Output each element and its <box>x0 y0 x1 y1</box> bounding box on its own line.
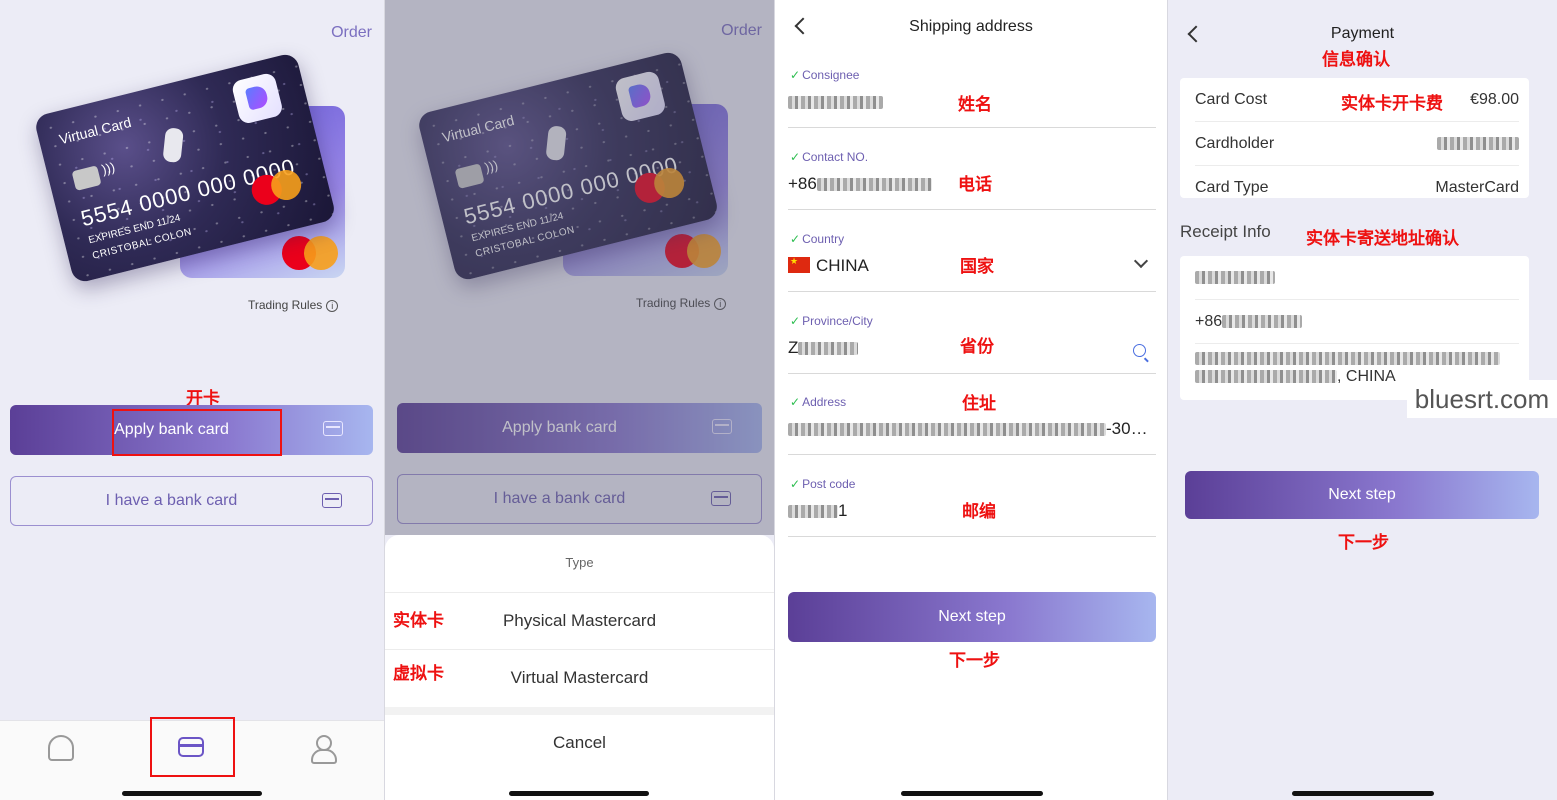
receipt-info-heading: Receipt Info <box>1180 222 1271 241</box>
country-select[interactable]: ✓Country CHINA 国家 <box>788 232 1156 292</box>
province-city-field[interactable]: ✓ Province/City Z 省份 <box>788 314 1156 374</box>
annotation-name: 姓名 <box>958 95 992 115</box>
field-label: ✓ Contact NO. <box>790 150 869 164</box>
consignee-field[interactable]: ✓ Consignee 姓名 <box>788 68 1156 128</box>
field-label: ✓ Consignee <box>790 68 860 82</box>
annotation-next-step: 下一步 <box>1338 533 1389 553</box>
page-title: Payment <box>1330 25 1395 42</box>
card-type-sheet-screen: Order Virtual Card ))) 5554 0000 000 000… <box>385 0 774 800</box>
annotation-physical-card: 实体卡 <box>393 611 444 631</box>
check-icon: ✓ <box>790 477 801 491</box>
next-step-label: Next step <box>1328 486 1396 503</box>
field-value: Z <box>788 338 859 358</box>
annotation-postcode: 邮编 <box>962 502 996 522</box>
user-icon[interactable] <box>310 735 337 764</box>
check-icon: ✓ <box>790 314 801 328</box>
check-icon: ✓ <box>790 68 801 82</box>
trading-rules-link[interactable]: Trading Rules i <box>248 298 339 312</box>
have-card-label: I have a bank card <box>105 492 238 509</box>
option-physical-mastercard[interactable]: 实体卡 Physical Mastercard <box>385 592 774 648</box>
next-step-button[interactable]: Next step <box>1185 471 1539 519</box>
receipt-phone: +86 <box>1195 313 1303 331</box>
annotation-address: 住址 <box>962 394 996 414</box>
home-screen: Order Virtual Card ))) 5554 0000 000 000… <box>0 0 384 800</box>
search-icon[interactable] <box>1133 344 1146 357</box>
field-label: ✓ Address <box>790 395 847 409</box>
field-value <box>788 92 883 112</box>
cardholder-row: Cardholder <box>1195 122 1519 166</box>
page-title: Shipping address <box>909 18 1033 35</box>
china-flag-icon <box>788 256 810 273</box>
annotation-phone: 电话 <box>958 175 992 195</box>
annotation-card-fee: 实体卡开卡费 <box>1341 94 1443 114</box>
field-value: CHINA <box>788 256 869 276</box>
field-label: ✓ Province/City <box>790 314 873 328</box>
field-value: 1 <box>788 501 847 521</box>
row-key: Card Type <box>1195 179 1269 196</box>
tab-bar <box>0 717 384 800</box>
home-indicator <box>509 791 649 796</box>
row-key: Card Cost <box>1195 91 1268 108</box>
card-cost-value: €98.00 <box>1470 91 1519 108</box>
modal-overlay[interactable] <box>385 0 774 535</box>
annotation-address-confirm: 实体卡寄送地址确认 <box>1306 229 1459 249</box>
receipt-name-row <box>1195 256 1519 300</box>
home-indicator <box>122 791 262 796</box>
cancel-label: Cancel <box>553 733 606 752</box>
info-icon: i <box>326 300 339 312</box>
card-icon <box>323 421 343 436</box>
cardholder-value <box>1437 135 1519 153</box>
option-label: Virtual Mastercard <box>510 668 649 687</box>
annotation-province: 省份 <box>960 337 994 357</box>
contact-number-field[interactable]: ✓ Contact NO. +86 电话 <box>788 150 1156 210</box>
receipt-phone-row: +86 <box>1195 300 1519 344</box>
card-icon <box>322 493 342 508</box>
check-icon: ✓ <box>790 232 801 246</box>
option-virtual-mastercard[interactable]: 虚拟卡 Virtual Mastercard <box>385 649 774 705</box>
card-illustration: Virtual Card ))) 5554 0000 000 0000 EXPI… <box>33 51 350 290</box>
order-summary-card: Card Cost 实体卡开卡费 €98.00 Cardholder Card … <box>1180 78 1529 198</box>
shipping-address-screen: Shipping address ✓ Consignee 姓名 ✓ Contact … <box>775 0 1167 800</box>
annotation-info-confirm: 信息确认 <box>1322 50 1390 70</box>
card-type-row: Card Type MasterCard <box>1195 166 1519 210</box>
payment-confirmation-screen: Payment 信息确认 Card Cost 实体卡开卡费 €98.00 Car… <box>1168 0 1557 800</box>
card-type-value: MasterCard <box>1435 179 1519 196</box>
row-key: Cardholder <box>1195 135 1275 152</box>
address-field[interactable]: ✓ Address -30… 住址 <box>788 394 1156 455</box>
watermark: bluesrt.com <box>1407 380 1557 418</box>
post-code-field[interactable]: ✓ Post code 1 邮编 <box>788 477 1156 537</box>
next-step-button[interactable]: Next step <box>788 592 1156 642</box>
order-link[interactable]: Order <box>331 24 372 42</box>
annotation-next-step: 下一步 <box>949 651 1000 671</box>
chevron-down-icon[interactable] <box>1133 253 1149 269</box>
check-icon: ✓ <box>790 395 801 409</box>
receipt-name <box>1195 269 1275 287</box>
field-value: -30… <box>788 419 1148 439</box>
annotation-country: 国家 <box>960 257 994 277</box>
home-indicator <box>901 791 1043 796</box>
field-label: ✓ Post code <box>790 477 856 491</box>
field-value: +86 <box>788 174 932 194</box>
have-bank-card-button[interactable]: I have a bank card <box>10 476 373 526</box>
divider <box>385 707 774 715</box>
highlight-box <box>150 717 235 777</box>
card-type-action-sheet: Type 实体卡 Physical Mastercard 虚拟卡 Virtual… <box>385 535 774 800</box>
receipt-info-card: +86 , CHINA <box>1180 256 1529 400</box>
field-label: ✓ Country <box>790 232 845 246</box>
check-icon: ✓ <box>790 150 801 164</box>
home-icon[interactable] <box>48 735 74 761</box>
option-label: Physical Mastercard <box>502 611 657 630</box>
trading-rules-label: Trading Rules <box>248 298 323 312</box>
next-step-label: Next step <box>938 608 1006 625</box>
card-cost-row: Card Cost 实体卡开卡费 €98.00 <box>1195 78 1519 122</box>
annotation-virtual-card: 虚拟卡 <box>393 664 444 684</box>
highlight-box <box>112 409 282 456</box>
home-indicator <box>1292 791 1434 796</box>
sheet-title: Type <box>565 555 594 570</box>
cancel-button[interactable]: Cancel <box>385 715 774 771</box>
